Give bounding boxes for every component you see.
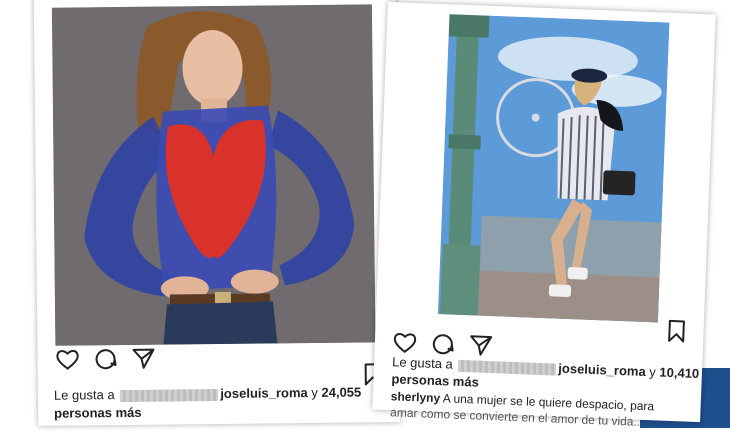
- post-photo-woman-mesh-top[interactable]: [51, 4, 376, 346]
- likes-prefix: Le gusta a: [391, 354, 454, 372]
- share-icon[interactable]: [468, 334, 493, 357]
- likes-joiner: y: [311, 384, 318, 401]
- liker-username[interactable]: joseluis_roma: [220, 385, 308, 401]
- blurred-username: [120, 388, 219, 402]
- likes-line: Le gusta a joseluis_roma y 24,055: [54, 385, 361, 403]
- likes-count[interactable]: 24,055: [321, 385, 361, 400]
- heart-icon[interactable]: [55, 348, 79, 370]
- heart-icon[interactable]: [392, 331, 417, 354]
- likes-suffix[interactable]: personas más: [391, 371, 479, 389]
- post-caption: sherlyny A una mujer se le quiere despac…: [390, 388, 691, 431]
- comment-icon[interactable]: [93, 347, 117, 371]
- likes-count[interactable]: 10,410: [659, 365, 699, 382]
- blurred-username: [458, 359, 557, 376]
- likes-suffix[interactable]: personas más: [54, 405, 142, 421]
- instagram-post-1: Le gusta a joseluis_roma y 24,055 person…: [33, 0, 401, 426]
- liker-username[interactable]: joseluis_roma: [558, 361, 646, 379]
- caption-username[interactable]: sherlyny: [391, 389, 441, 405]
- likes-prefix: Le gusta a: [53, 387, 115, 403]
- post-photo-london-eye[interactable]: [438, 14, 670, 323]
- comment-icon[interactable]: [430, 332, 455, 357]
- likes-joiner: y: [649, 364, 657, 380]
- bookmark-icon[interactable]: [667, 319, 686, 349]
- share-icon[interactable]: [131, 348, 155, 370]
- instagram-post-2: Le gusta a joseluis_roma y 10,410 person…: [372, 1, 716, 429]
- post-actions: [55, 347, 155, 372]
